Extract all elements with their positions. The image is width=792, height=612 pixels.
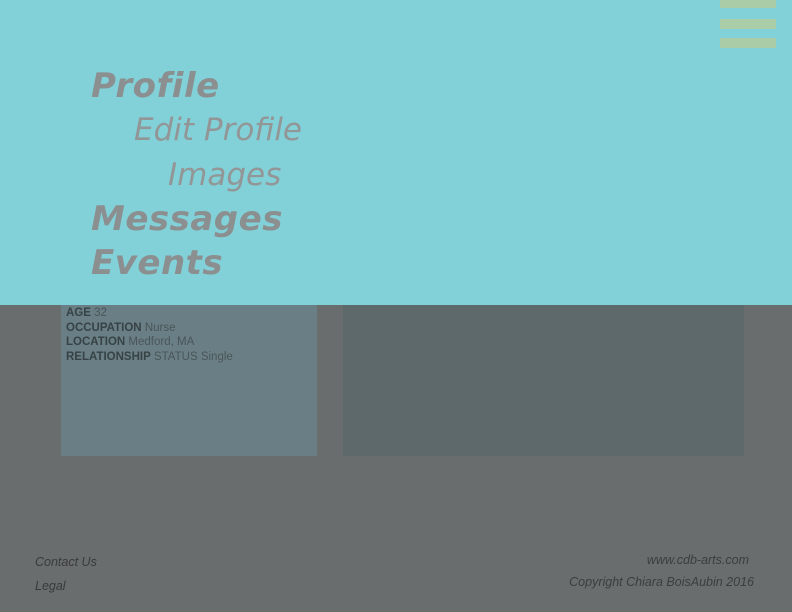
hamburger-bar	[720, 38, 776, 48]
nav-menu-panel: Profile Edit Profile Images Messages Eve…	[0, 0, 792, 305]
hamburger-bar	[720, 0, 776, 8]
menu-item-edit-profile[interactable]: Edit Profile	[134, 112, 302, 148]
field-label: LOCATION	[66, 336, 126, 348]
hamburger-menu-icon[interactable]	[720, 0, 776, 48]
field-label: OCCUPATION	[66, 321, 142, 334]
profile-field-relationship: RELATIONSHIP STATUS Single	[66, 350, 233, 365]
menu-item-events[interactable]: Events	[91, 243, 223, 283]
profile-field-age: AGE 32	[66, 306, 233, 321]
profile-info: AGE 32 OCCUPATION Nurse LOCATION Medford…	[66, 306, 233, 364]
menu-item-profile[interactable]: Profile	[91, 66, 220, 106]
hamburger-bar	[720, 19, 776, 29]
profile-content-card	[343, 280, 744, 456]
profile-field-location: LOCATION Medford, MA	[66, 335, 233, 350]
website-link[interactable]: www.cdb-arts.com	[647, 553, 749, 567]
legal-link[interactable]: Legal	[35, 579, 66, 593]
field-label: RELATIONSHIP	[66, 350, 151, 363]
profile-field-occupation: OCCUPATION Nurse	[66, 321, 233, 336]
field-value: Medford, MA	[128, 336, 195, 348]
field-value: STATUS Single	[153, 350, 233, 363]
field-value: 32	[94, 307, 107, 319]
copyright-text: Copyright Chiara BoisAubin 2016	[569, 575, 754, 589]
menu-item-images[interactable]: Images	[168, 157, 281, 193]
contact-us-link[interactable]: Contact Us	[35, 555, 97, 569]
field-label: AGE	[66, 307, 91, 319]
field-value: Nurse	[144, 321, 176, 334]
menu-item-messages[interactable]: Messages	[91, 199, 283, 239]
